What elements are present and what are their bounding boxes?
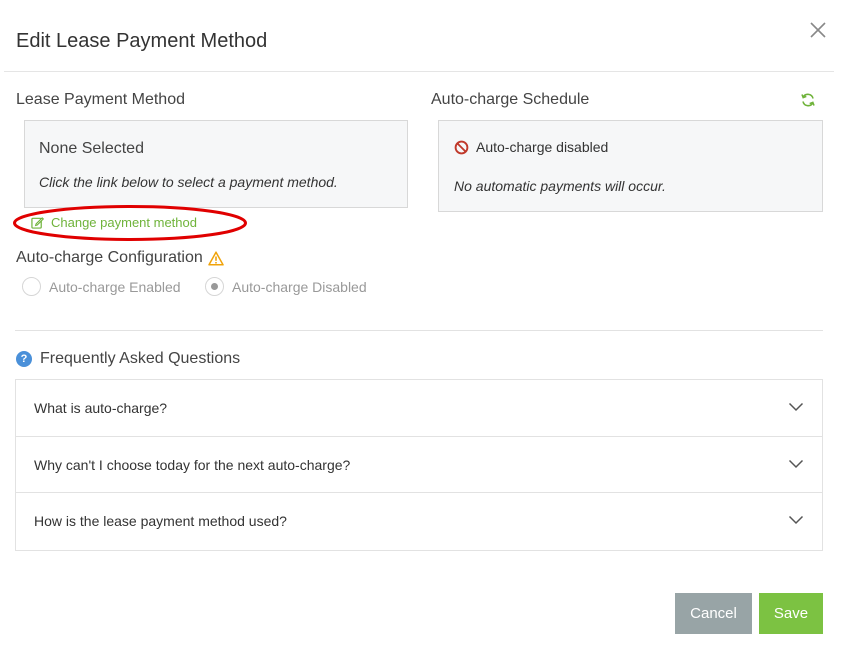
radio-circle-enabled bbox=[22, 277, 41, 296]
section-divider bbox=[15, 330, 823, 331]
autocharge-schedule-box: Auto-charge disabled No automatic paymen… bbox=[438, 120, 823, 212]
faq-item[interactable]: What is auto-charge? bbox=[16, 380, 822, 437]
lease-payment-method-box: None Selected Click the link below to se… bbox=[24, 120, 408, 208]
chevron-down-icon bbox=[788, 515, 804, 525]
refresh-button[interactable] bbox=[800, 92, 816, 108]
faq-title: ? Frequently Asked Questions bbox=[16, 350, 240, 368]
lease-payment-method-label: Lease Payment Method bbox=[16, 91, 185, 108]
radio-autocharge-disabled[interactable]: Auto-charge Disabled bbox=[205, 277, 367, 296]
faq-question: Why can't I choose today for the next au… bbox=[34, 456, 351, 473]
radio-label-disabled: Auto-charge Disabled bbox=[232, 278, 367, 295]
faq-list: What is auto-charge? Why can't I choose … bbox=[15, 379, 823, 551]
close-icon bbox=[810, 22, 826, 38]
faq-item[interactable]: How is the lease payment method used? bbox=[16, 493, 822, 550]
faq-item[interactable]: Why can't I choose today for the next au… bbox=[16, 437, 822, 493]
payment-method-hint: Click the link below to select a payment… bbox=[39, 174, 338, 190]
chevron-down-icon bbox=[788, 402, 804, 412]
autocharge-config-label: Auto-charge Configuration bbox=[16, 249, 224, 267]
faq-title-text: Frequently Asked Questions bbox=[40, 350, 241, 367]
radio-dot-selected bbox=[211, 283, 218, 290]
autocharge-status-row: Auto-charge disabled bbox=[454, 139, 608, 155]
modal-title: Edit Lease Payment Method bbox=[16, 30, 268, 52]
cancel-button[interactable]: Cancel bbox=[675, 593, 752, 634]
header-divider bbox=[4, 71, 834, 72]
close-button[interactable] bbox=[806, 18, 830, 42]
refresh-icon bbox=[801, 93, 815, 107]
autocharge-config-text: Auto-charge Configuration bbox=[16, 249, 203, 266]
autocharge-note: No automatic payments will occur. bbox=[454, 178, 666, 194]
radio-autocharge-enabled[interactable]: Auto-charge Enabled bbox=[22, 277, 181, 296]
warning-icon bbox=[208, 250, 224, 266]
edit-icon bbox=[31, 217, 44, 229]
autocharge-status: Auto-charge disabled bbox=[476, 139, 609, 155]
radio-label-enabled: Auto-charge Enabled bbox=[49, 278, 181, 295]
payment-method-selection: None Selected bbox=[39, 140, 144, 157]
change-payment-method-link[interactable]: Change payment method bbox=[31, 215, 197, 230]
faq-question: How is the lease payment method used? bbox=[34, 513, 287, 529]
chevron-down-icon bbox=[788, 459, 804, 468]
save-button[interactable]: Save bbox=[759, 593, 823, 634]
faq-question: What is auto-charge? bbox=[34, 400, 168, 416]
ban-icon bbox=[454, 140, 469, 154]
change-payment-method-text: Change payment method bbox=[51, 215, 197, 230]
autocharge-schedule-label: Auto-charge Schedule bbox=[431, 91, 590, 108]
question-icon: ? bbox=[16, 351, 32, 367]
radio-circle-disabled bbox=[205, 277, 224, 296]
